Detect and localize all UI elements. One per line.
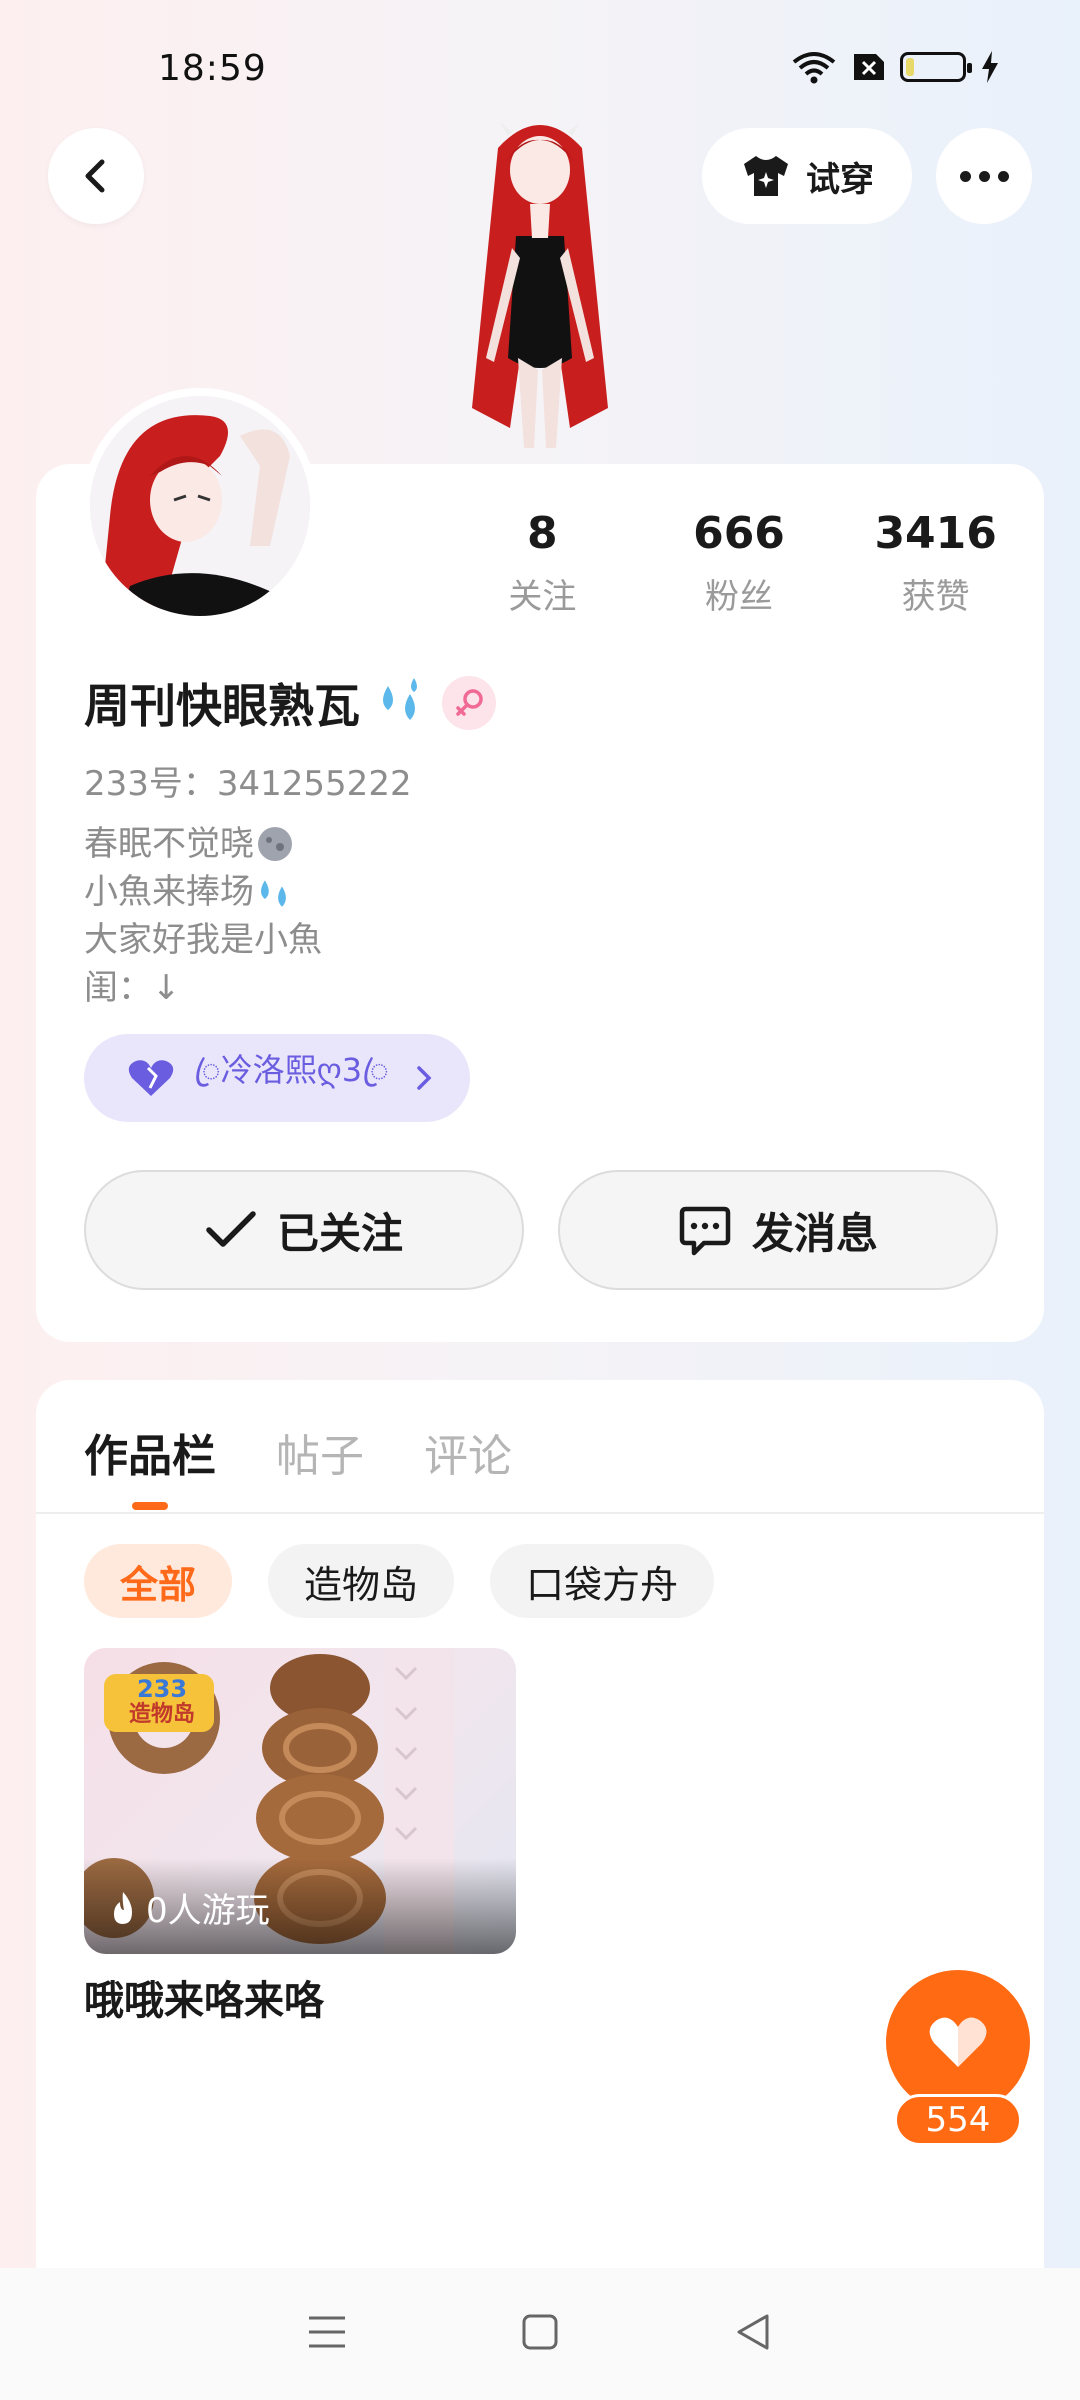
relation-chip[interactable]: ꦿ冷洛熙ღ3ꦿ	[84, 1034, 470, 1122]
flame-icon	[114, 1891, 132, 1924]
status-icons	[792, 50, 1000, 84]
like-button[interactable]	[886, 1970, 1030, 2114]
sweat-drops-icon	[261, 880, 286, 907]
nickname: 周刊快眼熟瓦	[84, 679, 360, 733]
check-icon	[206, 1211, 256, 1247]
back-triangle-icon[interactable]	[733, 2312, 773, 2356]
status-time: 18:59	[158, 48, 267, 89]
heart-icon	[929, 2017, 987, 2067]
stat-label: 粉丝	[705, 577, 773, 617]
bio-line: 大家好我是小魚	[84, 920, 322, 960]
charging-icon	[980, 51, 1000, 83]
stat-label: 关注	[508, 577, 577, 617]
back-button[interactable]	[48, 128, 144, 224]
chevron-right-icon	[417, 1066, 432, 1090]
tab-posts[interactable]: 帖子	[276, 1420, 364, 1484]
female-gender-icon	[442, 676, 496, 730]
system-nav-bar	[0, 2268, 1080, 2400]
more-options-button[interactable]	[936, 128, 1032, 224]
content-tabs: 作品栏 帖子 评论	[84, 1420, 512, 1484]
nickname-row: 周刊快眼熟瓦	[84, 670, 496, 736]
heart-icon	[128, 1060, 174, 1096]
bio-line: 闺：↓	[84, 968, 181, 1008]
following-button[interactable]: 已关注	[84, 1170, 524, 1290]
filter-chips: 全部 造物岛 口袋方舟	[84, 1544, 715, 1618]
wifi-icon	[792, 50, 836, 84]
stat-value: 8	[527, 508, 558, 559]
try-on-button[interactable]: 试穿	[702, 128, 912, 224]
tab-works[interactable]: 作品栏	[84, 1420, 216, 1484]
shirt-icon	[744, 156, 788, 196]
character-figure	[420, 108, 660, 464]
stat-fans[interactable]: 666 粉丝	[641, 508, 838, 618]
avatar[interactable]	[82, 388, 318, 624]
send-message-label: 发消息	[751, 1208, 878, 1258]
play-count: 0人游玩	[108, 1883, 270, 1932]
user-id: 233号：341255222	[84, 764, 412, 804]
try-on-label: 试穿	[806, 159, 874, 200]
tabs-divider	[36, 1512, 1044, 1514]
bio: 春眠不觉晓 小魚来捧场 大家好我是小魚 闺：↓	[84, 820, 322, 1012]
play-count-text: 0人游玩	[146, 1891, 270, 1931]
filter-all[interactable]: 全部	[84, 1544, 233, 1618]
stat-following[interactable]: 8 关注	[444, 508, 641, 618]
home-icon[interactable]	[521, 2313, 559, 2355]
no-sim-icon	[850, 52, 886, 82]
moon-face-icon	[258, 827, 292, 861]
send-message-button[interactable]: 发消息	[558, 1170, 998, 1290]
filter-creation-island[interactable]: 造物岛	[268, 1544, 455, 1618]
game-badge-top: 233	[136, 1675, 188, 1703]
tab-indicator	[132, 1502, 168, 1510]
stat-value: 3416	[874, 508, 997, 559]
stat-label: 获赞	[901, 577, 970, 617]
chat-bubble-icon	[679, 1206, 731, 1256]
sweat-drops-icon	[374, 676, 428, 730]
battery-icon	[900, 52, 972, 82]
stats-row: 8 关注 666 粉丝 3416 获赞	[444, 508, 1034, 618]
relation-name: ꦿ冷洛熙ღ3ꦿ	[194, 1051, 389, 1089]
bio-line: 春眠不觉晓	[84, 820, 322, 868]
following-label: 已关注	[276, 1208, 403, 1258]
game-badge: 233 造物岛	[110, 1676, 214, 1728]
bio-line: 小魚来捧场	[84, 868, 322, 916]
menu-icon[interactable]	[307, 2314, 347, 2354]
work-title[interactable]: 哦哦来咯来咯	[84, 1968, 324, 2026]
like-count: 554	[894, 2094, 1022, 2146]
stat-value: 666	[693, 508, 785, 559]
work-thumbnail[interactable]: 233 造物岛 0人游玩	[84, 1648, 516, 1954]
more-dots-icon	[959, 170, 971, 182]
tab-comments[interactable]: 评论	[424, 1420, 512, 1484]
filter-pocket-ark[interactable]: 口袋方舟	[490, 1544, 715, 1618]
stat-likes[interactable]: 3416 获赞	[837, 508, 1034, 618]
chevron-left-icon	[85, 159, 105, 193]
game-badge-bottom: 造物岛	[128, 1702, 195, 1727]
